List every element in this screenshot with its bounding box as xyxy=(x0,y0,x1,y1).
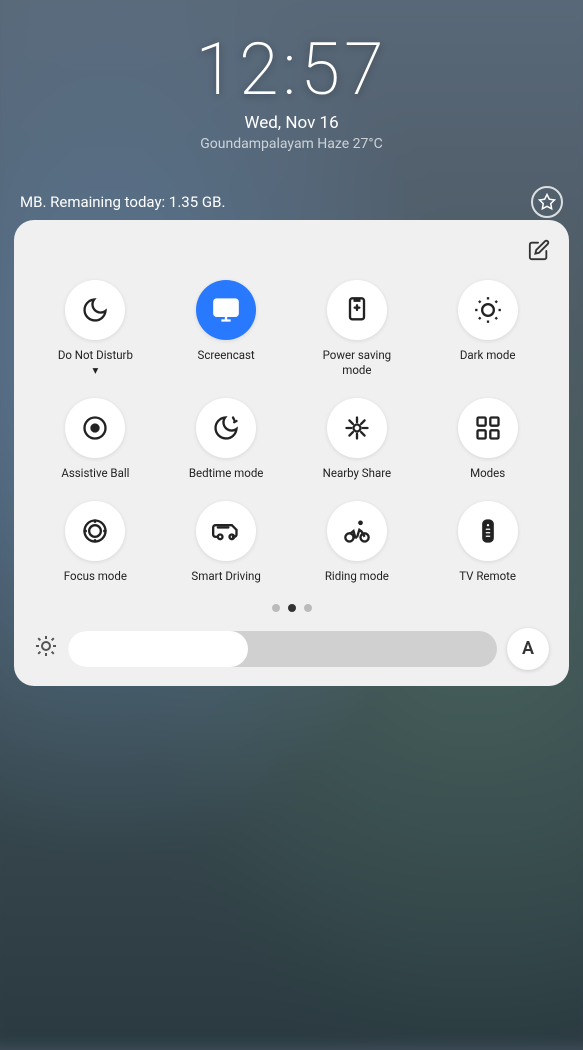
tile-screencast[interactable]: Screencast xyxy=(186,280,266,378)
brightness-fill xyxy=(68,631,248,667)
brightness-row: A xyxy=(30,628,553,670)
brightness-icon xyxy=(34,634,58,663)
tile-label-dark-mode: Dark mode xyxy=(460,348,516,363)
page-indicators xyxy=(30,604,553,612)
tile-focus-mode[interactable]: Focus mode xyxy=(55,501,135,584)
tile-modes[interactable]: Modes xyxy=(448,398,528,481)
tile-riding-mode[interactable]: Riding mode xyxy=(317,501,397,584)
tile-label-tv-remote: TV Remote xyxy=(459,569,516,584)
tile-label-smart-driving: Smart Driving xyxy=(191,569,260,584)
weather-display: Goundampalayam Haze 27°C xyxy=(0,136,583,152)
tile-circle-nearby-share xyxy=(327,398,387,458)
tile-circle-screencast xyxy=(196,280,256,340)
edit-icon[interactable] xyxy=(525,236,553,264)
page-dot-1[interactable] xyxy=(272,604,280,612)
status-bar-area: 12:57 Wed, Nov 16 Goundampalayam Haze 27… xyxy=(0,0,583,152)
tile-bedtime-mode[interactable]: Bedtime mode xyxy=(186,398,266,481)
tile-label-screencast: Screencast xyxy=(198,348,255,363)
tile-do-not-disturb[interactable]: Do Not Disturb ▾ xyxy=(55,280,135,378)
tile-circle-focus-mode xyxy=(65,501,125,561)
tiles-row-2: Assistive Ball Bedtime mode xyxy=(30,398,553,481)
tile-tv-remote[interactable]: TV Remote xyxy=(448,501,528,584)
settings-icon[interactable] xyxy=(531,186,563,218)
tile-power-saving[interactable]: Power saving mode xyxy=(317,280,397,378)
tiles-row-3: Focus mode Smart Driving xyxy=(30,501,553,584)
tile-dark-mode[interactable]: Dark mode xyxy=(448,280,528,378)
tile-label-riding-mode: Riding mode xyxy=(325,569,389,584)
tile-circle-assistive-ball xyxy=(65,398,125,458)
tile-label-assistive-ball: Assistive Ball xyxy=(61,466,129,481)
tiles-row-1: Do Not Disturb ▾ Screencast Power sa xyxy=(30,280,553,378)
tile-circle-modes xyxy=(458,398,518,458)
tile-label-do-not-disturb: Do Not Disturb ▾ xyxy=(55,348,135,378)
date-display: Wed, Nov 16 xyxy=(0,113,583,133)
tile-label-focus-mode: Focus mode xyxy=(64,569,127,584)
time-display: 12:57 xyxy=(0,30,583,109)
tile-label-power-saving: Power saving mode xyxy=(317,348,397,378)
tile-circle-riding-mode xyxy=(327,501,387,561)
tile-assistive-ball[interactable]: Assistive Ball xyxy=(55,398,135,481)
page-dot-3[interactable] xyxy=(304,604,312,612)
tile-circle-smart-driving xyxy=(196,501,256,561)
tile-circle-bedtime-mode xyxy=(196,398,256,458)
data-remaining-text: MB. Remaining today: 1.35 GB. xyxy=(20,193,225,211)
tile-circle-power-saving xyxy=(327,280,387,340)
tile-label-modes: Modes xyxy=(470,466,505,481)
tile-smart-driving[interactable]: Smart Driving xyxy=(186,501,266,584)
tile-nearby-share[interactable]: Nearby Share xyxy=(317,398,397,481)
tile-circle-do-not-disturb xyxy=(65,280,125,340)
quick-settings-panel: Do Not Disturb ▾ Screencast Power sa xyxy=(14,220,569,686)
tile-label-nearby-share: Nearby Share xyxy=(323,466,391,481)
tile-label-bedtime-mode: Bedtime mode xyxy=(189,466,264,481)
tile-circle-dark-mode xyxy=(458,280,518,340)
brightness-slider[interactable] xyxy=(68,631,497,667)
page-dot-2[interactable] xyxy=(288,604,296,612)
font-size-button[interactable]: A xyxy=(507,628,549,670)
panel-header xyxy=(30,236,553,264)
tile-circle-tv-remote xyxy=(458,501,518,561)
data-banner: MB. Remaining today: 1.35 GB. xyxy=(0,178,583,226)
